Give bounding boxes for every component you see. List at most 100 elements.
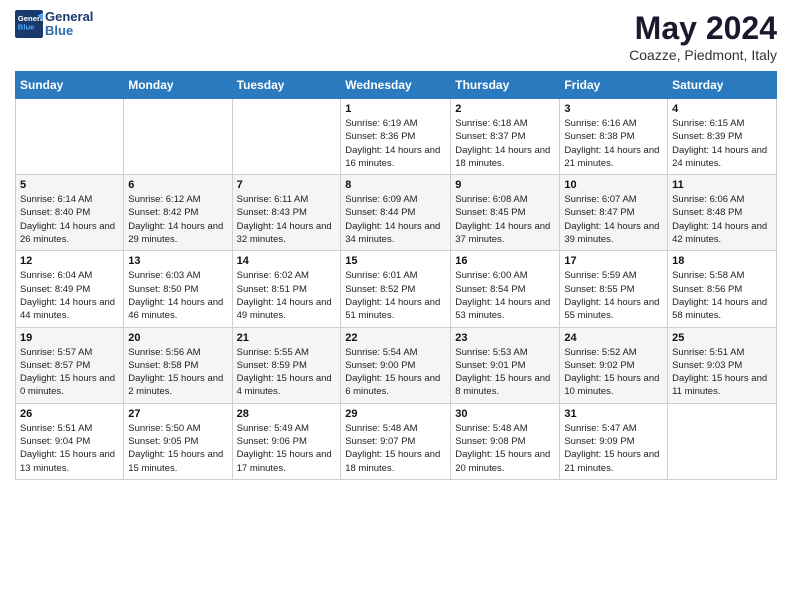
day-info: Sunrise: 6:19 AMSunset: 8:36 PMDaylight:… [345, 117, 446, 170]
day-info: Sunrise: 6:16 AMSunset: 8:38 PMDaylight:… [564, 117, 663, 170]
sunrise-text: Sunrise: 6:19 AM [345, 117, 446, 130]
day-number: 7 [237, 179, 337, 191]
day-info: Sunrise: 5:51 AMSunset: 9:03 PMDaylight:… [672, 346, 772, 399]
day-info: Sunrise: 5:57 AMSunset: 8:57 PMDaylight:… [20, 346, 119, 399]
sunrise-text: Sunrise: 6:09 AM [345, 193, 446, 206]
logo-text-line1: General [45, 10, 93, 24]
calendar-week-row: 1 Sunrise: 6:19 AMSunset: 8:36 PMDaylight… [16, 99, 777, 175]
day-info: Sunrise: 6:03 AMSunset: 8:50 PMDaylight:… [128, 269, 227, 322]
sunrise-text: Sunrise: 5:47 AM [564, 422, 663, 435]
sunset-text: Sunset: 8:48 PM [672, 206, 772, 219]
sunset-text: Sunset: 8:52 PM [345, 283, 446, 296]
sunset-text: Sunset: 8:51 PM [237, 283, 337, 296]
day-info: Sunrise: 6:12 AMSunset: 8:42 PMDaylight:… [128, 193, 227, 246]
sunrise-text: Sunrise: 5:48 AM [455, 422, 555, 435]
sunset-text: Sunset: 9:08 PM [455, 435, 555, 448]
sunrise-text: Sunrise: 6:00 AM [455, 269, 555, 282]
calendar-day-cell: 7 Sunrise: 6:11 AMSunset: 8:43 PMDaylight… [232, 175, 341, 251]
day-number: 29 [345, 408, 446, 420]
calendar-day-cell: 27Sunrise: 5:50 AMSunset: 9:05 PMDayligh… [124, 403, 232, 479]
logo-text-line2: Blue [45, 24, 93, 38]
daylight-text: Daylight: 14 hours and 37 minutes. [455, 220, 555, 247]
calendar-day-cell [124, 99, 232, 175]
calendar-day-cell: 16Sunrise: 6:00 AMSunset: 8:54 PMDayligh… [451, 251, 560, 327]
day-number: 26 [20, 408, 119, 420]
sunrise-text: Sunrise: 5:51 AM [672, 346, 772, 359]
col-tuesday: Tuesday [232, 72, 341, 99]
day-info: Sunrise: 5:54 AMSunset: 9:00 PMDaylight:… [345, 346, 446, 399]
calendar-day-cell: 15Sunrise: 6:01 AMSunset: 8:52 PMDayligh… [341, 251, 451, 327]
day-info: Sunrise: 6:09 AMSunset: 8:44 PMDaylight:… [345, 193, 446, 246]
daylight-text: Daylight: 14 hours and 51 minutes. [345, 296, 446, 323]
calendar-day-cell [16, 99, 124, 175]
daylight-text: Daylight: 14 hours and 18 minutes. [455, 144, 555, 171]
day-info: Sunrise: 6:07 AMSunset: 8:47 PMDaylight:… [564, 193, 663, 246]
day-number: 11 [672, 179, 772, 191]
calendar-week-row: 5Sunrise: 6:14 AMSunset: 8:40 PMDaylight… [16, 175, 777, 251]
calendar-table: Sunday Monday Tuesday Wednesday Thursday… [15, 71, 777, 480]
sunset-text: Sunset: 9:00 PM [345, 359, 446, 372]
sunset-text: Sunset: 8:55 PM [564, 283, 663, 296]
col-friday: Friday [560, 72, 668, 99]
daylight-text: Daylight: 14 hours and 24 minutes. [672, 144, 772, 171]
sunrise-text: Sunrise: 6:15 AM [672, 117, 772, 130]
sunset-text: Sunset: 8:54 PM [455, 283, 555, 296]
header-row: Sunday Monday Tuesday Wednesday Thursday… [16, 72, 777, 99]
day-info: Sunrise: 5:48 AMSunset: 9:07 PMDaylight:… [345, 422, 446, 475]
calendar-day-cell: 22Sunrise: 5:54 AMSunset: 9:00 PMDayligh… [341, 327, 451, 403]
day-number: 18 [672, 255, 772, 267]
daylight-text: Daylight: 15 hours and 13 minutes. [20, 448, 119, 475]
sunset-text: Sunset: 8:39 PM [672, 130, 772, 143]
sunrise-text: Sunrise: 6:08 AM [455, 193, 555, 206]
sunset-text: Sunset: 8:43 PM [237, 206, 337, 219]
day-info: Sunrise: 6:14 AMSunset: 8:40 PMDaylight:… [20, 193, 119, 246]
calendar-day-cell: 2Sunrise: 6:18 AMSunset: 8:37 PMDaylight… [451, 99, 560, 175]
day-info: Sunrise: 6:18 AMSunset: 8:37 PMDaylight:… [455, 117, 555, 170]
day-info: Sunrise: 5:47 AMSunset: 9:09 PMDaylight:… [564, 422, 663, 475]
day-info: Sunrise: 5:53 AMSunset: 9:01 PMDaylight:… [455, 346, 555, 399]
calendar-day-cell: 26Sunrise: 5:51 AMSunset: 9:04 PMDayligh… [16, 403, 124, 479]
sunrise-text: Sunrise: 5:49 AM [237, 422, 337, 435]
calendar-day-cell: 11Sunrise: 6:06 AMSunset: 8:48 PMDayligh… [668, 175, 777, 251]
day-number: 20 [128, 332, 227, 344]
daylight-text: Daylight: 14 hours and 16 minutes. [345, 144, 446, 171]
sunrise-text: Sunrise: 6:03 AM [128, 269, 227, 282]
day-info: Sunrise: 5:48 AMSunset: 9:08 PMDaylight:… [455, 422, 555, 475]
sunrise-text: Sunrise: 5:52 AM [564, 346, 663, 359]
calendar-day-cell [232, 99, 341, 175]
day-number: 10 [564, 179, 663, 191]
day-number: 1 [345, 103, 446, 115]
daylight-text: Daylight: 14 hours and 53 minutes. [455, 296, 555, 323]
calendar-day-cell: 24Sunrise: 5:52 AMSunset: 9:02 PMDayligh… [560, 327, 668, 403]
daylight-text: Daylight: 14 hours and 32 minutes. [237, 220, 337, 247]
sunrise-text: Sunrise: 5:53 AM [455, 346, 555, 359]
col-wednesday: Wednesday [341, 72, 451, 99]
page-header: General Blue General Blue May 2024 Coazz… [15, 10, 777, 63]
daylight-text: Daylight: 14 hours and 55 minutes. [564, 296, 663, 323]
sunset-text: Sunset: 9:09 PM [564, 435, 663, 448]
sunrise-text: Sunrise: 6:12 AM [128, 193, 227, 206]
daylight-text: Daylight: 14 hours and 58 minutes. [672, 296, 772, 323]
day-number: 3 [564, 103, 663, 115]
day-number: 21 [237, 332, 337, 344]
sunset-text: Sunset: 9:04 PM [20, 435, 119, 448]
sunrise-text: Sunrise: 6:16 AM [564, 117, 663, 130]
daylight-text: Daylight: 14 hours and 39 minutes. [564, 220, 663, 247]
sunrise-text: Sunrise: 6:14 AM [20, 193, 119, 206]
calendar-day-cell: 1 Sunrise: 6:19 AMSunset: 8:36 PMDaylight… [341, 99, 451, 175]
day-number: 12 [20, 255, 119, 267]
calendar-day-cell: 31Sunrise: 5:47 AMSunset: 9:09 PMDayligh… [560, 403, 668, 479]
sunset-text: Sunset: 9:01 PM [455, 359, 555, 372]
daylight-text: Daylight: 15 hours and 2 minutes. [128, 372, 227, 399]
day-info: Sunrise: 5:49 AMSunset: 9:06 PMDaylight:… [237, 422, 337, 475]
sunrise-text: Sunrise: 6:04 AM [20, 269, 119, 282]
day-number: 23 [455, 332, 555, 344]
sunrise-text: Sunrise: 6:02 AM [237, 269, 337, 282]
calendar-day-cell: 20Sunrise: 5:56 AMSunset: 8:58 PMDayligh… [124, 327, 232, 403]
day-number: 15 [345, 255, 446, 267]
sunset-text: Sunset: 8:44 PM [345, 206, 446, 219]
sunrise-text: Sunrise: 6:11 AM [237, 193, 337, 206]
calendar-day-cell: 6Sunrise: 6:12 AMSunset: 8:42 PMDaylight… [124, 175, 232, 251]
sunset-text: Sunset: 9:02 PM [564, 359, 663, 372]
daylight-text: Daylight: 15 hours and 15 minutes. [128, 448, 227, 475]
